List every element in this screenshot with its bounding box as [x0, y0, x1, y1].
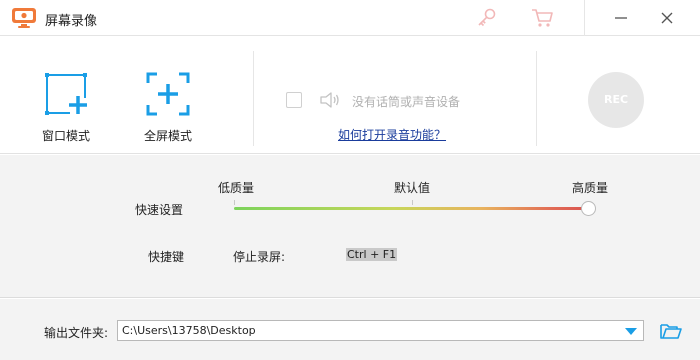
fullscreen-mode-button[interactable]: 全屏模式 [133, 70, 203, 143]
title-bar: 屏幕录像 [0, 0, 700, 36]
output-folder-field[interactable]: C:\Users\13758\Desktop [117, 320, 644, 341]
record-audio-checkbox[interactable] [286, 92, 302, 108]
divider [253, 51, 254, 146]
titlebar-divider [584, 0, 585, 36]
close-icon[interactable] [656, 7, 678, 29]
quality-slider-track[interactable] [234, 207, 588, 210]
output-folder-path: C:\Users\13758\Desktop [122, 324, 256, 337]
screen-recorder-icon [12, 8, 36, 28]
quick-settings-label: 快速设置 [135, 203, 184, 217]
mode-panel: 窗口模式 全屏模式 没有话筒或声音设备 如何打开录音功能？ REC [0, 37, 700, 154]
rec-button[interactable]: REC [588, 72, 644, 128]
quality-low-label: 低质量 [218, 181, 255, 195]
settings-panel: 低质量 默认值 高质量 快速设置 快捷键 停止录屏: Ctrl + F1 [0, 155, 700, 298]
no-audio-device-label: 没有话筒或声音设备 [352, 95, 461, 109]
cart-icon[interactable] [530, 7, 554, 29]
divider [536, 51, 537, 146]
window-title: 屏幕录像 [45, 14, 98, 29]
key-icon[interactable] [476, 7, 498, 29]
output-panel: 输出文件夹: C:\Users\13758\Desktop [0, 299, 700, 360]
quality-high-label: 高质量 [572, 181, 609, 195]
enable-audio-help-link[interactable]: 如何打开录音功能？ [338, 126, 446, 143]
slider-tick [412, 200, 413, 205]
chevron-down-icon[interactable] [623, 325, 639, 337]
window-mode-button[interactable]: 窗口模式 [31, 70, 101, 143]
folder-open-icon[interactable] [659, 321, 683, 341]
stop-recording-hotkey[interactable]: Ctrl + F1 [346, 248, 398, 261]
quality-default-label: 默认值 [394, 181, 431, 195]
stop-recording-label: 停止录屏: [233, 250, 286, 264]
speaker-icon [320, 92, 339, 108]
fullscreen-mode-icon [146, 72, 190, 116]
slider-tick [234, 200, 235, 205]
window-mode-label: 窗口模式 [41, 129, 90, 143]
minimize-icon[interactable] [610, 7, 632, 29]
quality-slider-thumb[interactable] [580, 201, 596, 216]
fullscreen-mode-label: 全屏模式 [143, 129, 192, 143]
window-mode-icon [45, 73, 87, 115]
hotkeys-label: 快捷键 [148, 250, 185, 264]
output-folder-label: 输出文件夹: [44, 326, 109, 340]
